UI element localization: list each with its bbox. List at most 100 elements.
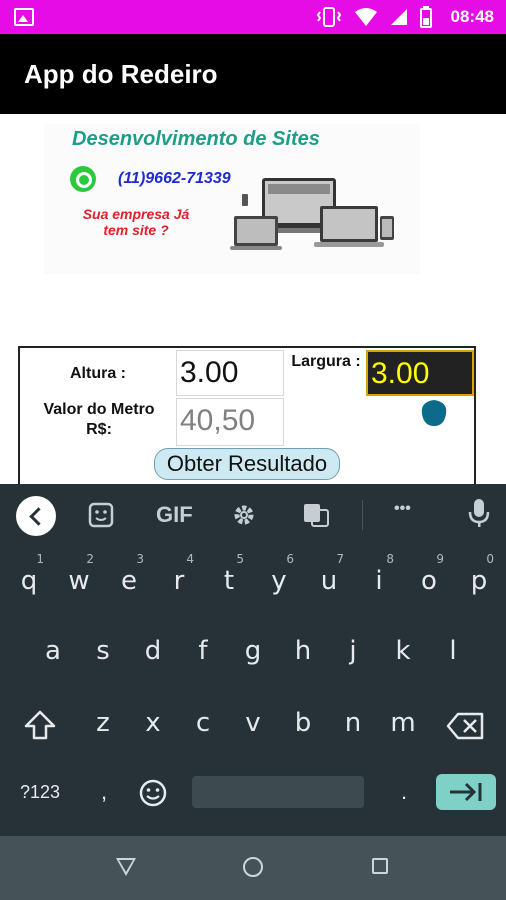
key-label: l xyxy=(449,636,457,666)
key-label: w xyxy=(68,566,90,596)
home-icon[interactable] xyxy=(243,857,263,877)
key-hint-number: 9 xyxy=(436,552,444,566)
ad-banner[interactable]: Desenvolvimento de Sites (11)9662-71339 … xyxy=(0,114,506,344)
keyboard-toolbar: GIF ••• xyxy=(0,484,506,546)
key-label: b xyxy=(294,708,312,738)
key-x[interactable]: x xyxy=(130,696,176,750)
key-hint-number: 3 xyxy=(136,552,144,566)
key-label: e xyxy=(121,566,137,596)
wifi-icon xyxy=(355,8,377,26)
comma-key[interactable]: , xyxy=(90,770,118,814)
key-label: i xyxy=(375,566,383,596)
text-cursor-handle[interactable] xyxy=(420,394,448,426)
key-label: g xyxy=(244,636,262,666)
key-label: z xyxy=(96,708,110,738)
largura-input[interactable]: 3.00 xyxy=(366,350,474,396)
key-hint-number: 0 xyxy=(486,552,494,566)
key-label: v xyxy=(245,708,261,738)
key-label: p xyxy=(470,566,488,596)
key-a[interactable]: a xyxy=(30,624,76,678)
key-label: h xyxy=(294,636,312,666)
devices-illustration xyxy=(230,178,394,250)
microphone-icon[interactable] xyxy=(468,498,490,528)
valor-metro-label: Valor do Metro R$: xyxy=(43,401,155,438)
symbols-key[interactable]: ?123 xyxy=(12,770,68,814)
largura-label: Largura : xyxy=(291,353,361,370)
app-title: App do Redeiro xyxy=(24,59,218,89)
key-hint-number: 2 xyxy=(86,552,94,566)
toolbar-divider xyxy=(362,500,363,530)
space-bar[interactable] xyxy=(192,776,364,808)
shift-icon[interactable] xyxy=(24,710,56,740)
key-hint-number: 6 xyxy=(286,552,294,566)
key-p[interactable]: p0 xyxy=(456,552,502,608)
key-s[interactable]: s xyxy=(80,624,126,678)
obter-resultado-button[interactable]: Obter Resultado xyxy=(154,448,340,480)
key-h[interactable]: h xyxy=(280,624,326,678)
valor-metro-input[interactable]: 40,50 xyxy=(176,398,284,446)
whatsapp-icon xyxy=(70,166,96,192)
key-m[interactable]: m xyxy=(380,696,426,750)
key-label: s xyxy=(96,636,110,666)
status-time: 08:48 xyxy=(450,7,494,26)
key-label: q xyxy=(20,566,38,596)
key-c[interactable]: c xyxy=(180,696,226,750)
key-y[interactable]: y6 xyxy=(256,552,302,608)
key-i[interactable]: i8 xyxy=(356,552,402,608)
key-label: d xyxy=(144,636,162,666)
key-o[interactable]: o9 xyxy=(406,552,452,608)
backspace-icon[interactable] xyxy=(446,712,484,740)
key-r[interactable]: r4 xyxy=(156,552,202,608)
recents-icon[interactable] xyxy=(372,858,388,874)
key-b[interactable]: b xyxy=(280,696,326,750)
translate-icon[interactable] xyxy=(302,502,330,528)
banner-question: Sua empresa Já tem site ? xyxy=(82,206,190,238)
key-g[interactable]: g xyxy=(230,624,276,678)
key-j[interactable]: j xyxy=(330,624,376,678)
key-hint-number: 4 xyxy=(186,552,194,566)
key-v[interactable]: v xyxy=(230,696,276,750)
enter-next-key[interactable] xyxy=(436,774,496,810)
key-label: j xyxy=(349,636,357,666)
key-q[interactable]: q1 xyxy=(6,552,52,608)
emoji-icon[interactable] xyxy=(138,778,168,808)
status-bar: 08:48 xyxy=(0,0,506,34)
enter-arrow-icon xyxy=(450,782,482,802)
sticker-icon[interactable] xyxy=(88,502,114,528)
key-k[interactable]: k xyxy=(380,624,426,678)
altura-input[interactable]: 3.00 xyxy=(176,350,284,396)
system-nav-bar xyxy=(0,836,506,900)
key-f[interactable]: f xyxy=(180,624,226,678)
key-hint-number: 5 xyxy=(236,552,244,566)
back-icon[interactable] xyxy=(116,858,136,876)
key-e[interactable]: e3 xyxy=(106,552,152,608)
key-label: r xyxy=(173,566,185,596)
key-label: y xyxy=(271,566,287,596)
altura-label: Altura : xyxy=(70,365,126,382)
key-z[interactable]: z xyxy=(80,696,126,750)
key-t[interactable]: t5 xyxy=(206,552,252,608)
period-key[interactable]: . xyxy=(390,770,418,814)
soft-keyboard: GIF ••• ?123 , . q 1 w 2 e 3 r 4 t 5 y 6… xyxy=(0,484,506,836)
status-icons xyxy=(316,6,432,28)
app-bar: App do Redeiro xyxy=(0,34,506,114)
settings-gear-icon[interactable] xyxy=(231,502,257,528)
key-label: o xyxy=(421,566,437,596)
key-label: t xyxy=(223,566,235,596)
gif-icon[interactable]: GIF xyxy=(156,502,193,528)
key-l[interactable]: l xyxy=(430,624,476,678)
key-u[interactable]: u7 xyxy=(306,552,352,608)
key-n[interactable]: n xyxy=(330,696,376,750)
key-hint-number: 1 xyxy=(36,552,44,566)
key-label: m xyxy=(390,708,416,738)
key-d[interactable]: d xyxy=(130,624,176,678)
key-hint-number: 7 xyxy=(336,552,344,566)
more-icon[interactable]: ••• xyxy=(394,500,411,518)
banner-phone: (11)9662-71339 xyxy=(118,170,231,187)
signal-icon xyxy=(391,9,407,25)
key-label: f xyxy=(198,636,208,666)
key-w[interactable]: w2 xyxy=(56,552,102,608)
collapse-keyboard-icon[interactable] xyxy=(16,496,56,536)
key-hint-number: 8 xyxy=(386,552,394,566)
banner-title: Desenvolvimento de Sites xyxy=(72,128,320,150)
